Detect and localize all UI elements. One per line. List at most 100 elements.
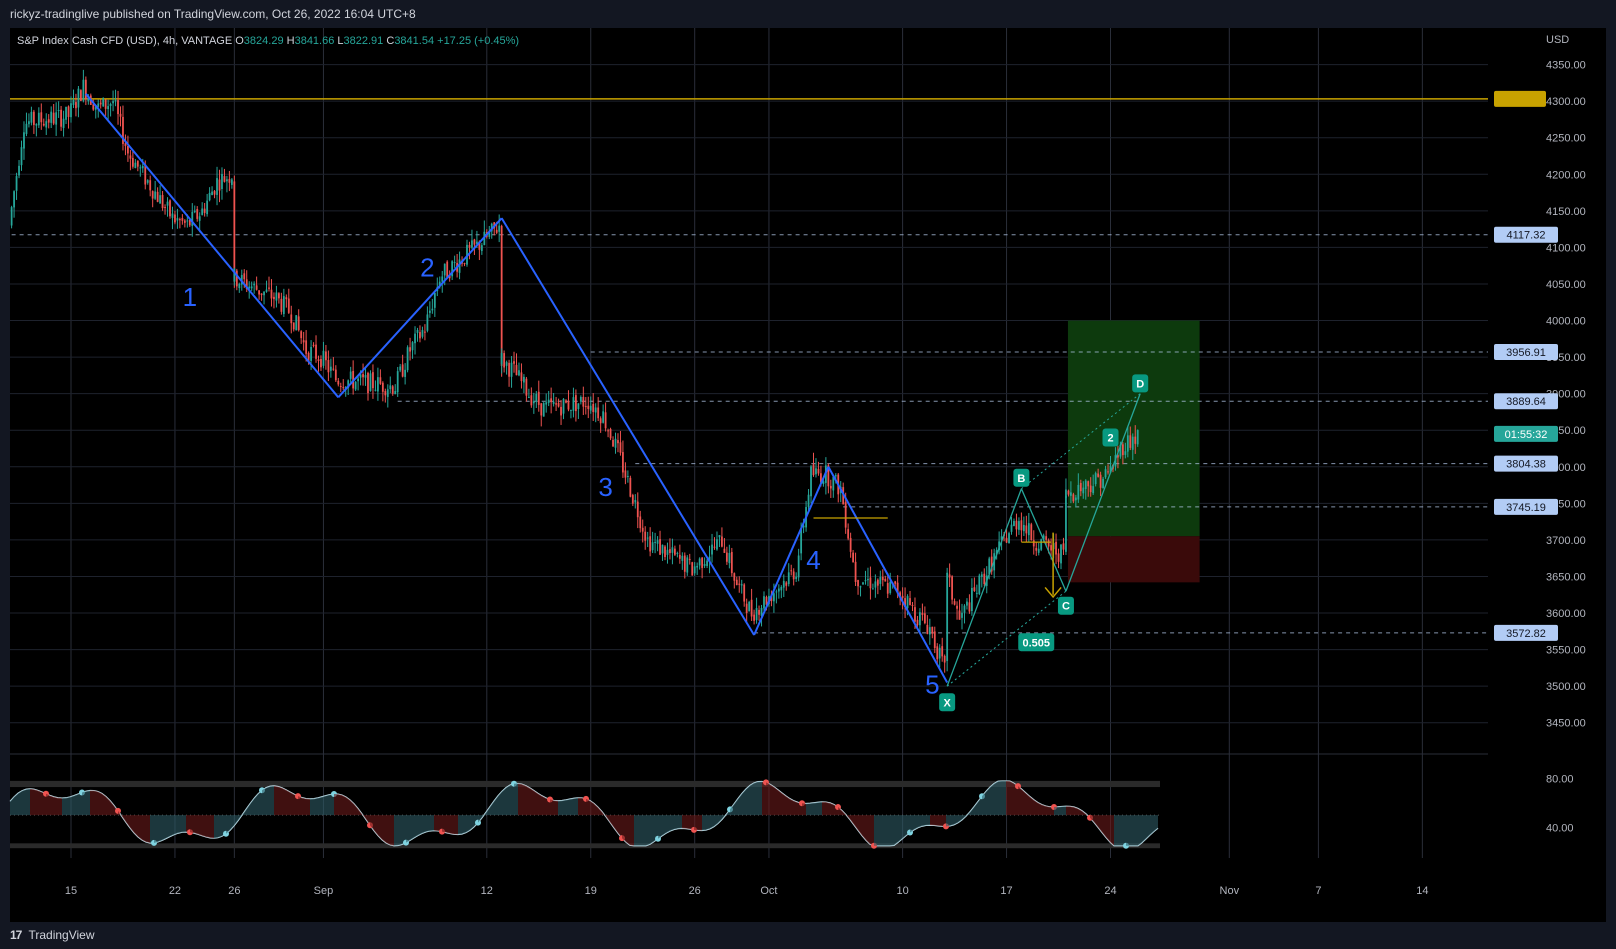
candle-body xyxy=(297,316,300,331)
candle-body xyxy=(339,385,342,387)
oscillator-fill xyxy=(82,791,86,816)
candle-body xyxy=(320,359,322,368)
oscillator-fill xyxy=(258,790,262,816)
candle-body xyxy=(706,560,708,566)
candle-body xyxy=(735,579,738,586)
oscillator-fill xyxy=(194,815,198,835)
price-chart[interactable]: 15 22 26 Sep 12 19 26 Oct 10 17 24 Nov 7 144350.00430… xyxy=(0,28,1616,922)
candle-body xyxy=(810,466,812,497)
candle-body xyxy=(560,406,562,416)
candle-body xyxy=(567,401,570,410)
candle-body xyxy=(136,160,139,167)
candle-body xyxy=(592,404,595,413)
wave-label: 5 xyxy=(925,669,939,699)
candle-body xyxy=(1015,520,1018,530)
candle-body xyxy=(817,468,820,474)
candle-body xyxy=(127,146,129,154)
candle-body xyxy=(807,494,810,507)
oscillator-fill xyxy=(1002,780,1006,816)
candle-body xyxy=(285,297,288,300)
candle-body xyxy=(852,552,854,563)
candle-body xyxy=(785,582,788,586)
oscillator-fill xyxy=(682,815,686,829)
oscillator-fill xyxy=(766,782,770,816)
candle-body xyxy=(181,218,184,221)
oscillator-fill xyxy=(810,802,814,816)
oscillator-fill xyxy=(18,790,22,816)
candle-body xyxy=(631,495,634,504)
oscillator-fill xyxy=(578,797,582,816)
candle-body xyxy=(389,385,392,390)
candle-body xyxy=(421,330,424,337)
candle-body xyxy=(686,557,689,573)
candle-body xyxy=(203,208,206,213)
oscillator-fill xyxy=(266,786,270,816)
candle-body xyxy=(243,273,246,280)
candle-body xyxy=(391,386,394,394)
candle-body xyxy=(119,113,122,117)
candle-body xyxy=(1005,537,1008,543)
candle-body xyxy=(599,418,602,424)
candle-body xyxy=(540,403,543,416)
x-tick-label: 15 xyxy=(65,885,77,897)
oscillator-fill xyxy=(98,791,102,816)
oscillator-fill xyxy=(562,799,566,816)
oscillator-fill xyxy=(530,788,534,816)
oscillator-fill xyxy=(642,815,646,846)
candle-body xyxy=(674,548,676,555)
candle-body xyxy=(923,613,926,624)
candle-body xyxy=(676,552,679,554)
candle-body xyxy=(1022,524,1025,532)
oscillator-fill xyxy=(802,803,806,816)
candle-body xyxy=(10,207,13,226)
target-zone xyxy=(1067,320,1200,537)
candle-body xyxy=(287,298,290,313)
y-tick-label: 4350.00 xyxy=(1546,60,1586,72)
legend-part: 3824.29 xyxy=(244,35,287,47)
candle-body xyxy=(1035,547,1038,551)
legend-part: S&P Index Cash CFD (USD), 4h, VANTAGE xyxy=(17,35,235,47)
x-axis-background xyxy=(10,858,1606,922)
candle-body xyxy=(15,176,18,191)
oscillator-fill xyxy=(1074,807,1078,816)
candle-body xyxy=(728,552,731,564)
candle-body xyxy=(612,439,614,447)
candle-body xyxy=(406,347,409,371)
candle-body xyxy=(936,646,939,660)
candle-body xyxy=(60,109,62,127)
oscillator-fill xyxy=(1006,780,1010,816)
oscillator-fill xyxy=(386,815,390,845)
candle-body xyxy=(411,342,414,351)
candle-body xyxy=(278,293,280,299)
oscillator-fill xyxy=(290,791,294,816)
oscillator-fill xyxy=(430,815,434,831)
y-tick-label: 3550.00 xyxy=(1546,645,1586,657)
oscillator-fill xyxy=(94,790,98,816)
candle-body xyxy=(149,180,152,191)
candle-body xyxy=(473,239,476,245)
oscillator-fill xyxy=(1114,815,1118,846)
candle-body xyxy=(141,165,144,169)
oscillator-fill xyxy=(994,781,998,816)
candle-body xyxy=(235,270,238,287)
candle-body xyxy=(305,340,308,354)
candle-body xyxy=(763,596,765,609)
oscillator-fill xyxy=(1130,815,1134,846)
candle-body xyxy=(77,88,80,108)
candle-body xyxy=(614,438,617,448)
candle-body xyxy=(218,179,221,191)
candle-body xyxy=(82,79,85,101)
oscillator-fill xyxy=(1138,815,1142,846)
candle-body xyxy=(829,485,832,489)
candle-body xyxy=(171,213,174,218)
oscillator-fill xyxy=(262,787,266,816)
oscillator-fill xyxy=(74,794,78,816)
candle-body xyxy=(213,191,216,195)
candle-body xyxy=(1008,533,1010,544)
candle-body xyxy=(644,531,647,541)
oscillator-fill xyxy=(882,815,886,846)
candle-body xyxy=(532,401,535,404)
candle-body xyxy=(669,549,671,554)
oscillator-fill xyxy=(1134,815,1138,846)
oscillator-fill xyxy=(154,815,158,843)
